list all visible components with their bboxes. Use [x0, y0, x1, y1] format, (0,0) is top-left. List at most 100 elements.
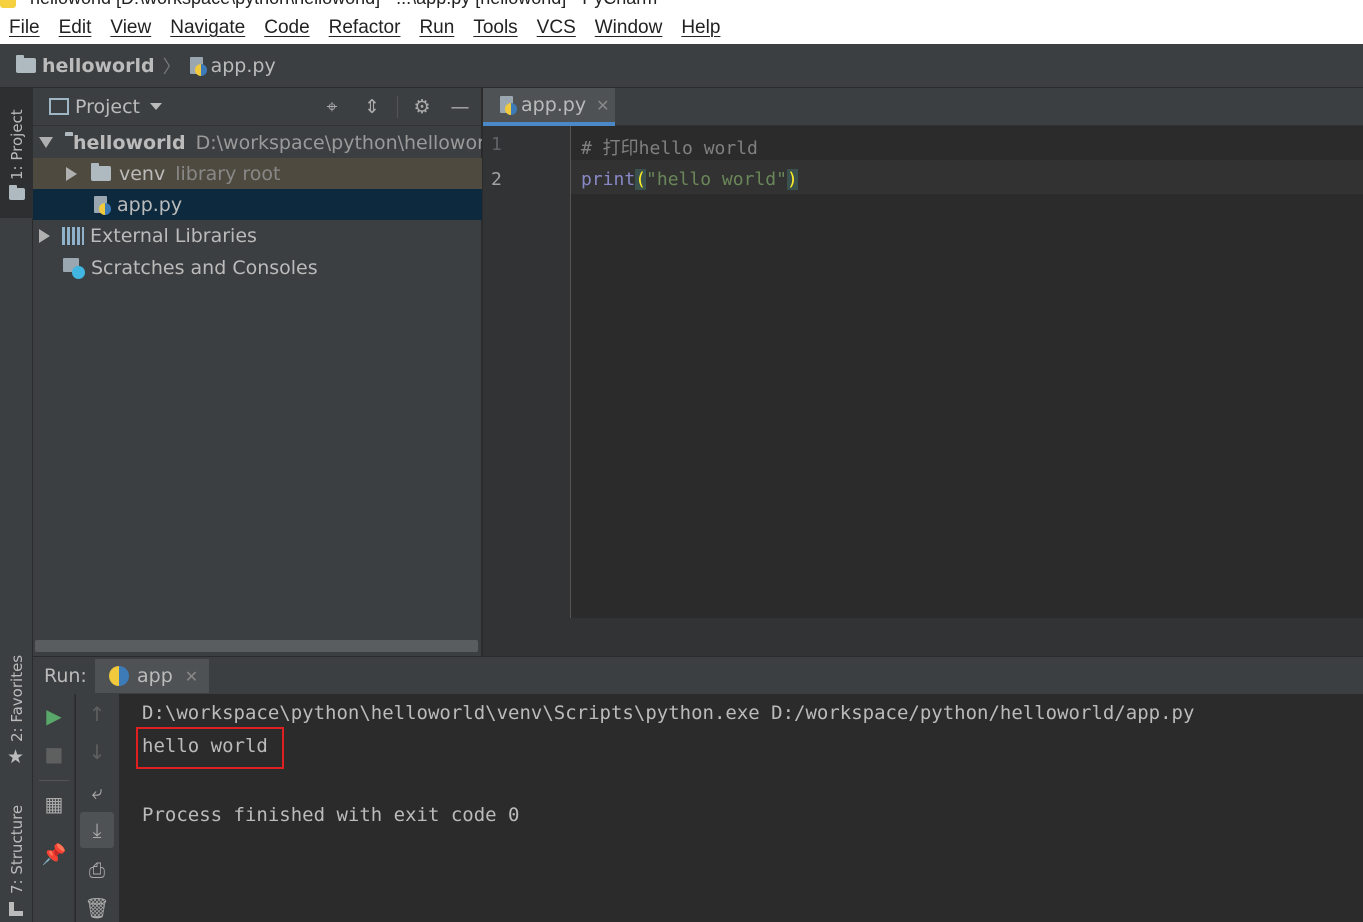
- project-panel: Project ⌖ ⇕ ⚙ — helloworld D:\workspace\…: [33, 88, 482, 656]
- scratches-icon: [63, 257, 85, 279]
- project-view-icon: [49, 98, 69, 115]
- editor-tab-bar: app.py ✕: [483, 88, 1363, 126]
- breadcrumb-project[interactable]: helloworld: [42, 55, 155, 77]
- menu-help[interactable]: Help: [681, 17, 720, 39]
- soft-wrap-icon[interactable]: ⤶: [76, 774, 118, 810]
- code-string: "hello world": [646, 169, 787, 190]
- tree-item-path: D:\workspace\python\helloworld: [195, 131, 482, 154]
- left-tool-stripe: 1: Project 2: Favorites ★ 7: Structure: [0, 88, 33, 922]
- folder-icon: [16, 55, 36, 73]
- line-number: 1: [491, 134, 502, 155]
- tree-item-label: helloworld: [73, 131, 186, 154]
- toolbar-divider: [39, 780, 69, 781]
- structure-icon: [9, 902, 23, 916]
- menu-edit[interactable]: Edit: [59, 17, 92, 39]
- editor-tab-label: app.py: [521, 94, 587, 116]
- menu-view[interactable]: View: [110, 17, 151, 39]
- run-toolbar-secondary: ↑ ↓ ⤶ ⤓ ⎙ 🗑: [76, 694, 120, 922]
- folder-icon: [91, 163, 111, 181]
- tree-item-label: venv: [119, 162, 166, 185]
- pin-icon[interactable]: 📌: [33, 836, 75, 872]
- tool-tab-structure[interactable]: 7: Structure: [0, 798, 33, 922]
- menu-file[interactable]: File: [9, 17, 40, 39]
- python-file-icon: [189, 56, 207, 76]
- output-highlight-box: [136, 727, 284, 769]
- horizontal-scrollbar[interactable]: [35, 640, 478, 652]
- tree-item-app-py[interactable]: app.py: [33, 189, 482, 220]
- code-editor[interactable]: # 打印hello world print("hello world"): [571, 126, 1363, 618]
- tree-item-label: External Libraries: [90, 224, 257, 247]
- tree-item-hint: library root: [175, 162, 281, 185]
- python-icon: [109, 666, 129, 686]
- project-view-selector[interactable]: Project: [75, 96, 140, 118]
- header-divider: [397, 96, 398, 118]
- tree-item-label: app.py: [117, 193, 183, 216]
- scroll-to-end-icon[interactable]: ⤓: [80, 812, 114, 848]
- code-bracket-open: (: [635, 169, 647, 190]
- project-panel-header: Project ⌖ ⇕ ⚙ —: [33, 88, 482, 126]
- tree-item-helloworld[interactable]: helloworld D:\workspace\python\helloworl…: [33, 127, 482, 158]
- folder-icon: [9, 185, 25, 200]
- run-panel-header: Run: app ✕: [33, 656, 1363, 694]
- menu-refactor[interactable]: Refactor: [329, 17, 401, 39]
- tool-tab-favorites[interactable]: 2: Favorites ★: [0, 648, 33, 768]
- menu-tools[interactable]: Tools: [473, 17, 517, 39]
- menu-code[interactable]: Code: [264, 17, 309, 39]
- locate-target-icon[interactable]: ⌖: [321, 96, 343, 118]
- console-exit-line: Process finished with exit code 0: [142, 804, 520, 826]
- layout-icon[interactable]: ▦: [33, 786, 75, 822]
- menu-vcs[interactable]: VCS: [537, 17, 576, 39]
- chevron-down-icon[interactable]: [150, 103, 163, 110]
- menu-navigate[interactable]: Navigate: [170, 17, 245, 39]
- arrow-up-icon[interactable]: ↑: [76, 696, 118, 732]
- line-number: 2: [491, 169, 502, 190]
- menu-run[interactable]: Run: [419, 17, 454, 39]
- editor-tab-app-py[interactable]: app.py ✕: [483, 88, 615, 126]
- tree-item-label: Scratches and Consoles: [91, 256, 318, 279]
- console-command-line: D:\workspace\python\helloworld\venv\Scri…: [142, 702, 1195, 724]
- tool-tab-favorites-label: 2: Favorites: [8, 654, 26, 742]
- python-file-icon: [93, 195, 111, 215]
- code-line-2: print("hello world"): [581, 169, 798, 190]
- star-icon: ★: [7, 746, 25, 768]
- editor-empty-area: [483, 618, 1363, 656]
- run-tab-app[interactable]: app ✕: [95, 659, 209, 693]
- expand-arrow-icon[interactable]: [66, 166, 77, 181]
- code-line-1: # 打印hello world: [581, 138, 758, 159]
- trash-icon[interactable]: 🗑: [76, 890, 118, 922]
- expand-arrow-icon[interactable]: [39, 137, 53, 148]
- close-icon[interactable]: ✕: [596, 96, 609, 115]
- run-tab-label: app: [137, 665, 173, 687]
- code-func: print: [581, 169, 636, 190]
- tool-tab-project[interactable]: 1: Project: [0, 88, 33, 218]
- window-title: helloworld [D:\workspace\python\hellowor…: [30, 0, 657, 9]
- hide-panel-icon[interactable]: —: [449, 96, 471, 118]
- run-label: Run:: [44, 664, 87, 687]
- print-icon[interactable]: ⎙: [76, 852, 118, 888]
- editor-gutter: 1 2: [483, 126, 571, 618]
- breadcrumb: helloworld 〉 app.py: [0, 44, 1363, 88]
- rerun-icon[interactable]: ▶: [33, 698, 75, 734]
- python-file-icon: [499, 95, 517, 115]
- window-title-bar: helloworld [D:\workspace\python\hellowor…: [0, 0, 1363, 12]
- collapse-all-icon[interactable]: ⇕: [361, 96, 383, 118]
- tree-item-scratches[interactable]: Scratches and Consoles: [33, 252, 482, 283]
- stop-icon[interactable]: ■: [33, 736, 75, 772]
- tree-item-venv[interactable]: venv library root: [33, 158, 482, 189]
- menu-bar: File Edit View Navigate Code Refactor Ru…: [0, 12, 1363, 44]
- expand-arrow-icon[interactable]: [39, 228, 50, 243]
- tool-tab-project-label: 1: Project: [8, 109, 26, 180]
- tree-item-external-libraries[interactable]: External Libraries: [33, 220, 482, 251]
- menu-window[interactable]: Window: [595, 17, 663, 39]
- code-bracket-close: ): [786, 169, 798, 190]
- pycharm-logo-icon: [0, 0, 16, 8]
- library-icon: [62, 226, 84, 245]
- gear-icon[interactable]: ⚙: [411, 96, 433, 118]
- close-icon[interactable]: ✕: [185, 667, 198, 686]
- breadcrumb-file[interactable]: app.py: [211, 55, 276, 77]
- tool-tab-structure-label: 7: Structure: [8, 804, 26, 894]
- run-console[interactable]: D:\workspace\python\helloworld\venv\Scri…: [120, 694, 1363, 922]
- run-toolbar-primary: ▶ ■ ▦ 📌: [33, 694, 75, 922]
- arrow-down-icon[interactable]: ↓: [76, 734, 118, 770]
- breadcrumb-separator-icon: 〉: [162, 56, 181, 78]
